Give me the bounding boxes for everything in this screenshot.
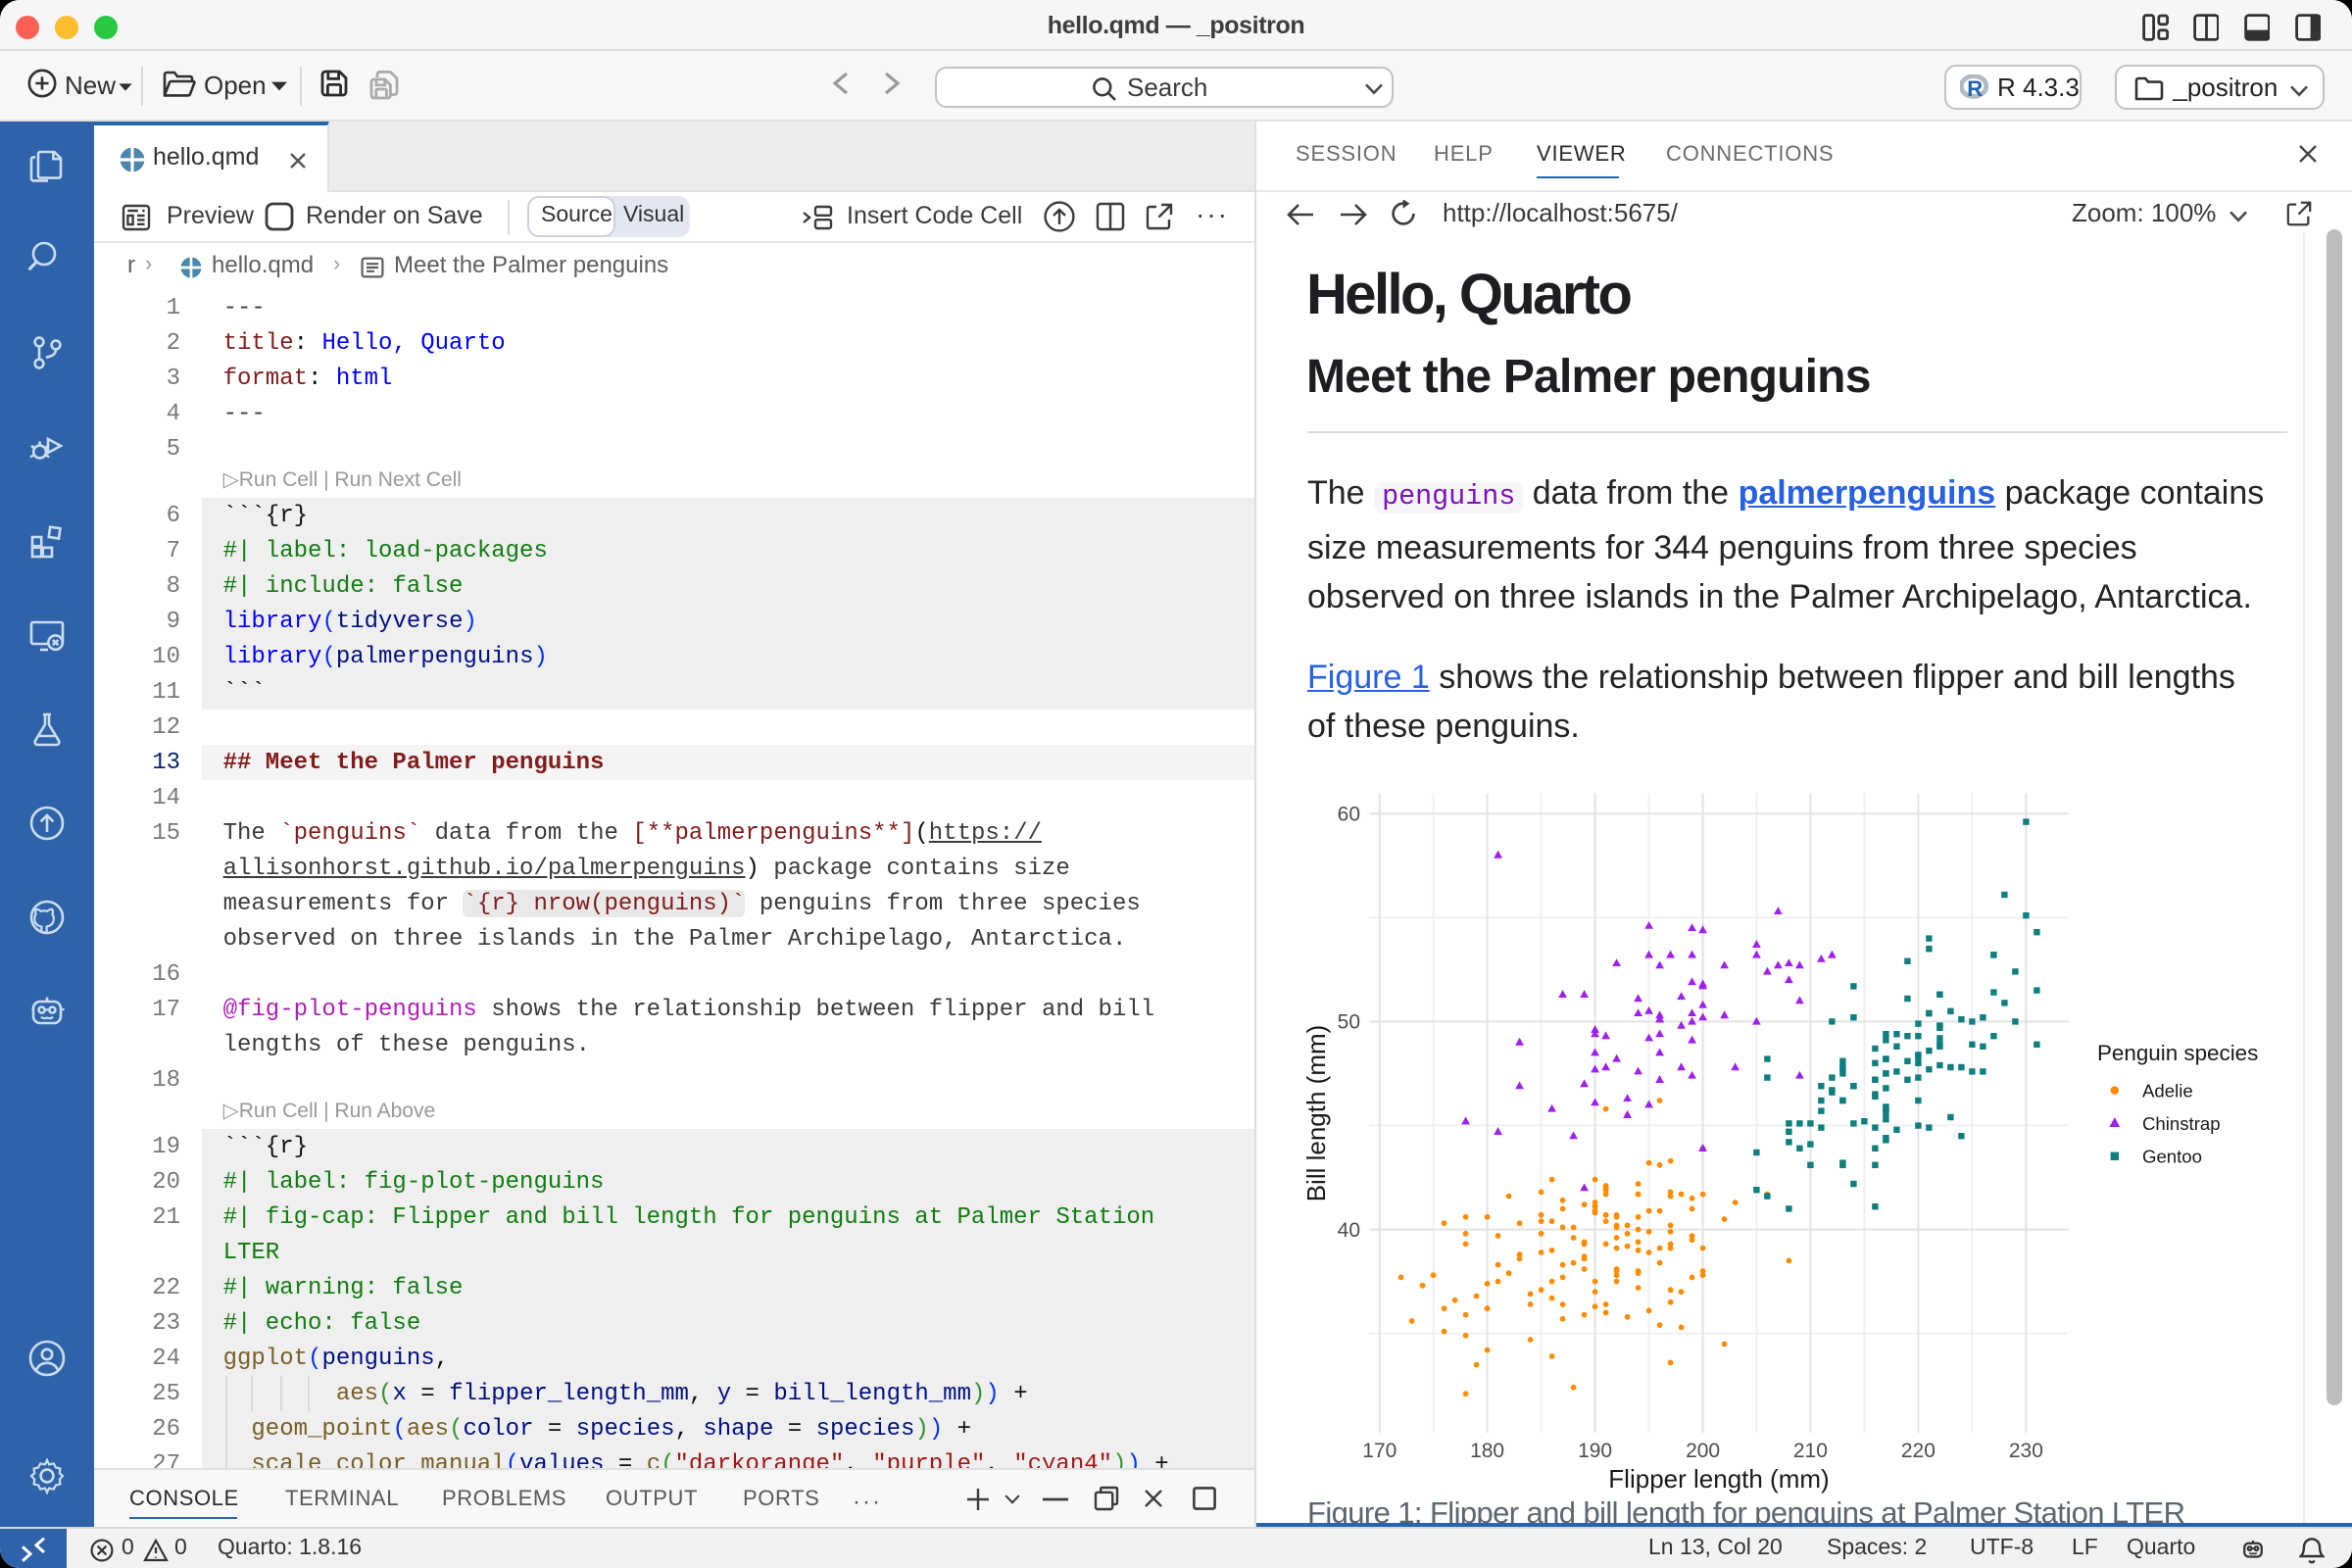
- svg-text:Bill length (mm): Bill length (mm): [1301, 1025, 1331, 1202]
- svg-text:Penguin species: Penguin species: [2097, 1041, 2258, 1065]
- svg-text:Chinstrap: Chinstrap: [2142, 1113, 2221, 1134]
- svg-text:220: 220: [1901, 1440, 1936, 1462]
- svg-text:50: 50: [1338, 1011, 1360, 1034]
- svg-text:170: 170: [1362, 1440, 1396, 1462]
- svg-text:200: 200: [1686, 1440, 1720, 1462]
- svg-text:210: 210: [1793, 1440, 1828, 1462]
- svg-text:190: 190: [1578, 1440, 1612, 1462]
- svg-text:Adelie: Adelie: [2142, 1080, 2193, 1101]
- svg-text:60: 60: [1338, 803, 1360, 825]
- svg-text:Flipper length (mm): Flipper length (mm): [1608, 1464, 1829, 1494]
- svg-text:180: 180: [1470, 1440, 1504, 1462]
- svg-text:230: 230: [2009, 1440, 2043, 1462]
- svg-text:40: 40: [1338, 1219, 1360, 1242]
- svg-text:Gentoo: Gentoo: [2142, 1147, 2202, 1167]
- svg-text:R: R: [1967, 76, 1983, 100]
